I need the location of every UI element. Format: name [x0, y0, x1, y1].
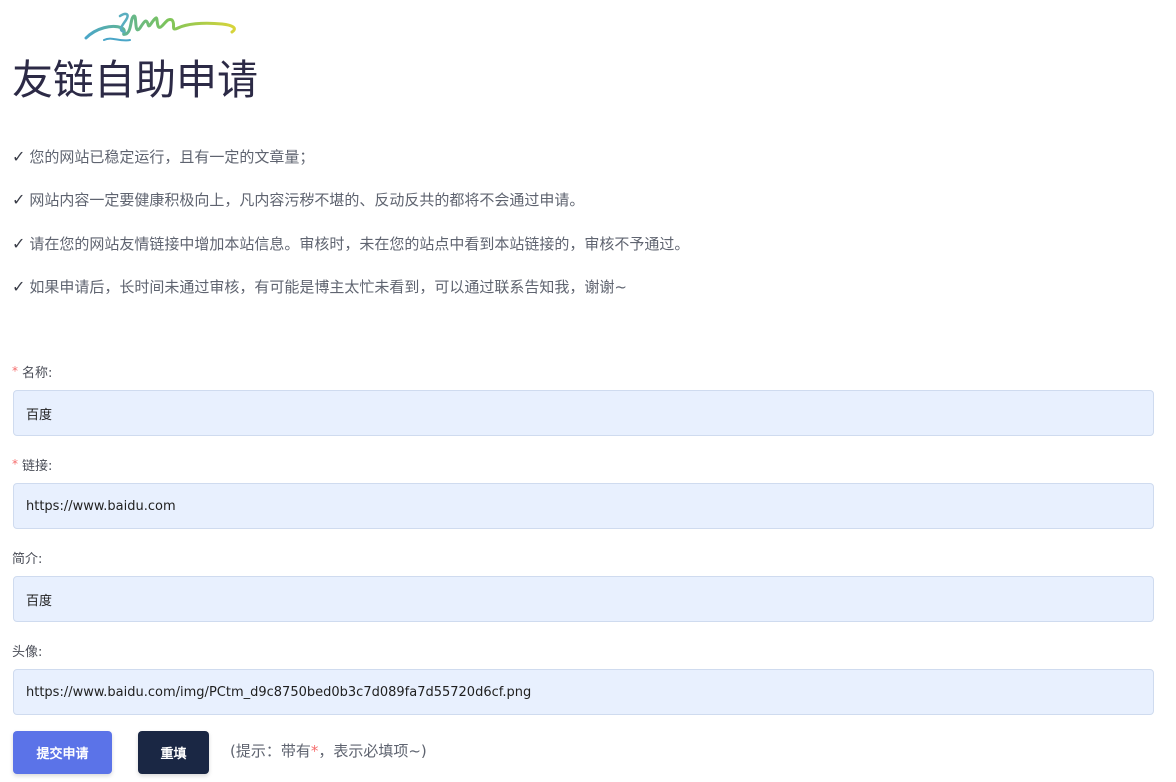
- intro-label: 简介:: [12, 548, 43, 567]
- intro-label-text: 简介:: [12, 551, 43, 567]
- link-label-text: 链接:: [22, 458, 53, 474]
- hint-suffix: ，表示必填项~): [318, 742, 427, 760]
- reset-button[interactable]: 重填: [138, 731, 209, 774]
- requirement-item: ✓ 您的网站已稳定运行，且有一定的文章量；: [12, 145, 689, 167]
- requirement-item: ✓ 如果申请后，长时间未通过审核，有可能是博主太忙未看到，可以通过联系告知我，谢…: [12, 276, 689, 298]
- signature-logo: [84, 12, 236, 42]
- friend-link-page: 友链自助申请 ✓ 您的网站已稳定运行，且有一定的文章量； ✓ 网站内容一定要健康…: [0, 0, 1176, 782]
- name-input[interactable]: [13, 390, 1154, 436]
- requirement-text: 您的网站已稳定运行，且有一定的文章量；: [29, 147, 315, 166]
- avatar-label-text: 头像:: [12, 644, 43, 660]
- name-label-text: 名称:: [22, 365, 53, 381]
- check-icon: ✓: [12, 233, 26, 253]
- required-hint: (提示：带有*，表示必填项~): [230, 740, 427, 761]
- check-icon: ✓: [12, 146, 26, 166]
- hint-prefix: (提示：带有: [230, 742, 311, 760]
- requirement-item: ✓ 网站内容一定要健康积极向上，凡内容污秽不堪的、反动反共的都将不会通过申请。: [12, 189, 689, 211]
- requirement-item: ✓ 请在您的网站友情链接中增加本站信息。审核时，未在您的站点中看到本站链接的，审…: [12, 232, 689, 254]
- link-label: * 链接:: [12, 455, 53, 474]
- check-icon: ✓: [12, 190, 26, 209]
- requirements-list: ✓ 您的网站已稳定运行，且有一定的文章量； ✓ 网站内容一定要健康积极向上，凡内…: [12, 145, 689, 319]
- intro-input[interactable]: [13, 576, 1154, 622]
- requirement-text: 如果申请后，长时间未通过审核，有可能是博主太忙未看到，可以通过联系告知我，谢谢~: [29, 278, 627, 296]
- avatar-label: 头像:: [12, 641, 43, 660]
- submit-button[interactable]: 提交申请: [13, 731, 112, 774]
- requirement-text: 网站内容一定要健康积极向上，凡内容污秽不堪的、反动反共的都将不会通过申请。: [29, 191, 585, 209]
- avatar-input[interactable]: [13, 669, 1154, 715]
- page-title: 友链自助申请: [12, 56, 258, 104]
- requirement-text: 请在您的网站友情链接中增加本站信息。审核时，未在您的站点中看到本站链接的，审核不…: [29, 234, 690, 253]
- name-label: * 名称:: [12, 362, 53, 381]
- required-mark: *: [12, 457, 18, 471]
- link-input[interactable]: [13, 483, 1154, 529]
- check-icon: ✓: [12, 277, 26, 296]
- required-mark: *: [12, 364, 18, 378]
